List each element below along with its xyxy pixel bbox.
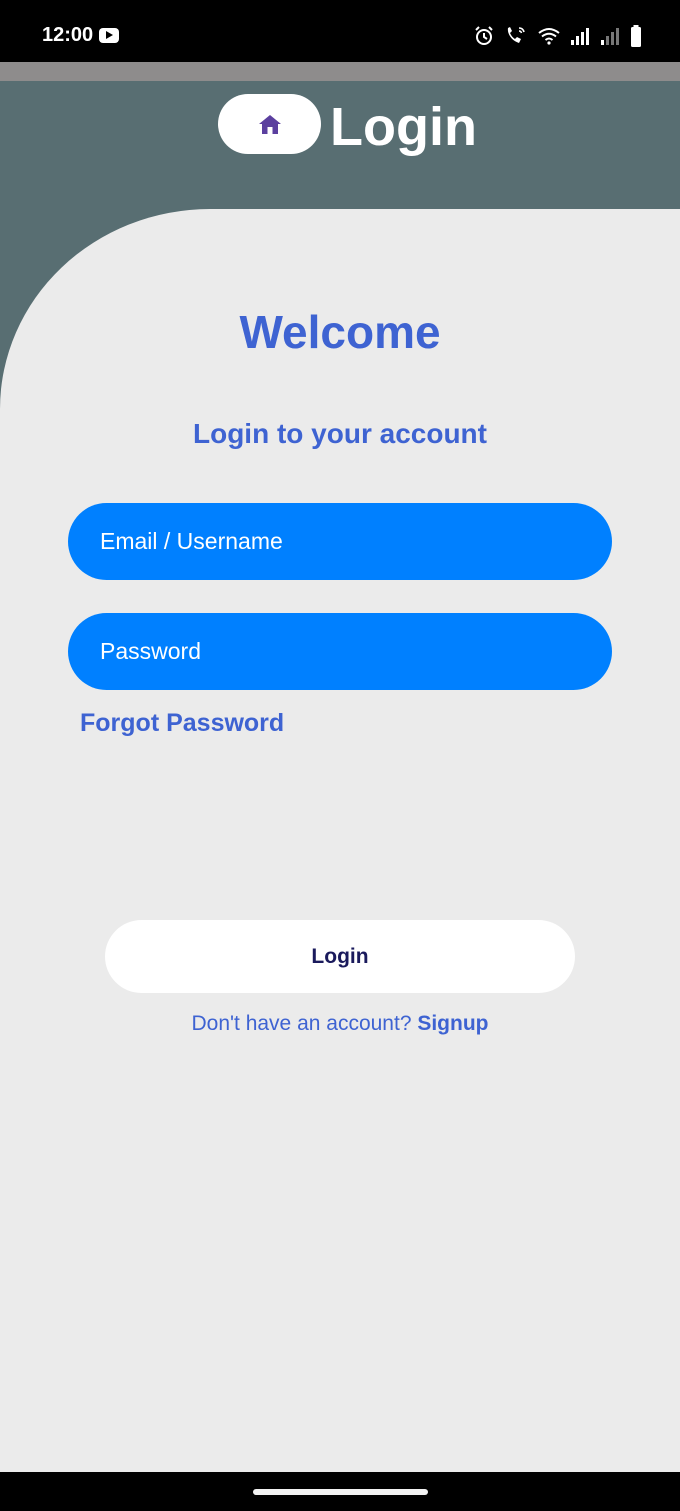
alarm-icon: [475, 26, 493, 45]
welcome-heading: Welcome: [239, 306, 441, 358]
signal-icon: [571, 28, 589, 45]
signup-prompt: Don't have an account?: [191, 1012, 412, 1035]
home-icon: [258, 115, 281, 134]
status-icons: [474, 22, 642, 50]
login-subtitle: Login to your account: [193, 418, 487, 449]
wifi-icon: [538, 28, 560, 45]
youtube-icon: [99, 28, 119, 43]
status-bar: 12:00: [0, 0, 680, 62]
signup-line: Don't have an account? Signup: [0, 1012, 680, 1036]
forgot-password-link[interactable]: Forgot Password: [80, 709, 284, 738]
top-divider: [0, 62, 680, 81]
home-button[interactable]: [218, 94, 321, 154]
signal-weak-icon: [601, 28, 619, 45]
home-gesture-handle[interactable]: [253, 1489, 428, 1495]
login-card: [0, 209, 680, 1472]
page-title: Login: [330, 97, 477, 157]
password-field[interactable]: [68, 613, 612, 690]
signup-link[interactable]: Signup: [417, 1012, 488, 1035]
login-button[interactable]: Login: [105, 920, 575, 993]
email-field[interactable]: [68, 503, 612, 580]
wifi-call-icon: [507, 27, 525, 43]
battery-icon: [631, 25, 641, 47]
status-time: 12:00: [42, 24, 94, 46]
